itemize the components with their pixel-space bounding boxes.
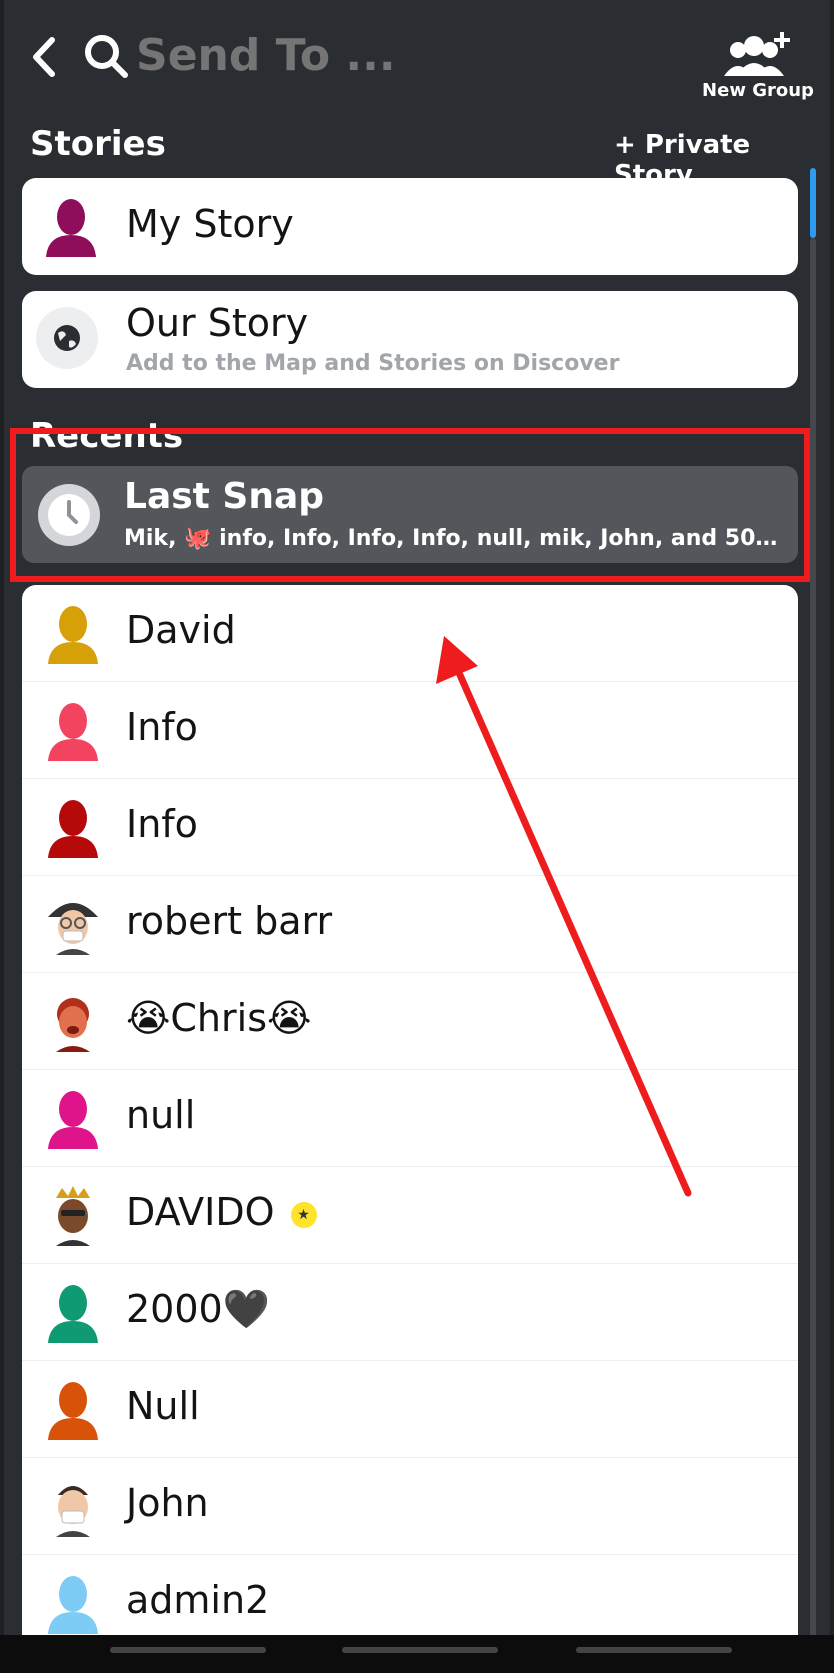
nav-pill	[576, 1647, 732, 1653]
bitmoji-avatar-icon	[56, 1486, 90, 1537]
contact-name: Null	[126, 1384, 200, 1428]
star-badge-icon: ★	[290, 1201, 317, 1228]
search-input[interactable]	[136, 26, 556, 86]
contact-name: Info	[126, 705, 198, 749]
nav-pill	[110, 1647, 266, 1653]
contact-row[interactable]: null	[22, 1070, 798, 1167]
my-story-item[interactable]: My Story	[22, 178, 798, 275]
avatar-icon	[48, 800, 98, 858]
contact-row[interactable]: John	[22, 1458, 798, 1555]
avatar-icon	[48, 703, 98, 761]
last-snap-subtitle: Mik, 🐙 info, Info, Info, Info, null, mik…	[124, 526, 784, 551]
contact-row[interactable]: admin2	[22, 1555, 798, 1635]
contact-list: David Info Info robert barr 😭Chris😭 null…	[22, 585, 798, 1635]
contact-row[interactable]: Info	[22, 682, 798, 779]
scrollbar-track	[810, 238, 816, 1668]
my-story-avatar-icon	[46, 199, 96, 257]
back-arrow-icon[interactable]	[26, 32, 62, 82]
contact-name: 😭Chris😭	[126, 996, 312, 1040]
contact-row[interactable]: Null	[22, 1361, 798, 1458]
contact-row[interactable]: DAVIDO ★	[22, 1167, 798, 1264]
new-group-label: New Group	[702, 80, 814, 101]
contact-name-text: DAVIDO	[126, 1190, 275, 1234]
avatar-icon	[48, 606, 98, 664]
contact-row[interactable]: robert barr	[22, 876, 798, 973]
avatar-icon	[48, 1576, 98, 1634]
contact-name: robert barr	[126, 899, 333, 943]
new-group-icon	[724, 32, 790, 76]
nav-pill	[342, 1647, 498, 1653]
contact-row[interactable]: 2000🖤	[22, 1264, 798, 1361]
our-story-title: Our Story	[126, 301, 309, 345]
search-icon	[85, 35, 128, 78]
contact-row[interactable]: David	[22, 585, 798, 682]
scrollbar-thumb[interactable]	[810, 168, 816, 238]
contact-row[interactable]: Info	[22, 779, 798, 876]
header: New Group	[0, 0, 834, 120]
system-nav-bar	[0, 1635, 834, 1673]
contact-name: admin2	[126, 1578, 270, 1622]
bitmoji-avatar-icon	[56, 1186, 90, 1246]
contact-name: John	[126, 1481, 209, 1525]
contact-name: null	[126, 1093, 196, 1137]
bitmoji-avatar-icon	[48, 903, 98, 955]
last-snap-title: Last Snap	[124, 476, 325, 517]
globe-icon	[36, 307, 98, 369]
recents-section-title: Recents	[30, 416, 184, 456]
contact-name: David	[126, 608, 236, 652]
last-snap-item[interactable]: Last Snap Mik, 🐙 info, Info, Info, Info,…	[22, 466, 798, 563]
contact-name: 2000🖤	[126, 1287, 271, 1331]
my-story-title: My Story	[126, 202, 294, 246]
contact-row[interactable]: 😭Chris😭	[22, 973, 798, 1070]
stories-section-title: Stories	[30, 124, 166, 164]
avatar-icon	[48, 1382, 98, 1440]
clock-icon	[38, 484, 100, 546]
scrollbar[interactable]	[810, 168, 816, 1668]
bitmoji-avatar-icon	[56, 998, 90, 1052]
our-story-subtitle: Add to the Map and Stories on Discover	[126, 351, 620, 376]
new-group-button[interactable]: New Group	[700, 30, 816, 105]
avatar-icon	[48, 1091, 98, 1149]
contact-name: DAVIDO ★	[126, 1190, 317, 1234]
contact-name: Info	[126, 802, 198, 846]
our-story-item[interactable]: Our Story Add to the Map and Stories on …	[22, 291, 798, 388]
avatar-icon	[48, 1285, 98, 1343]
